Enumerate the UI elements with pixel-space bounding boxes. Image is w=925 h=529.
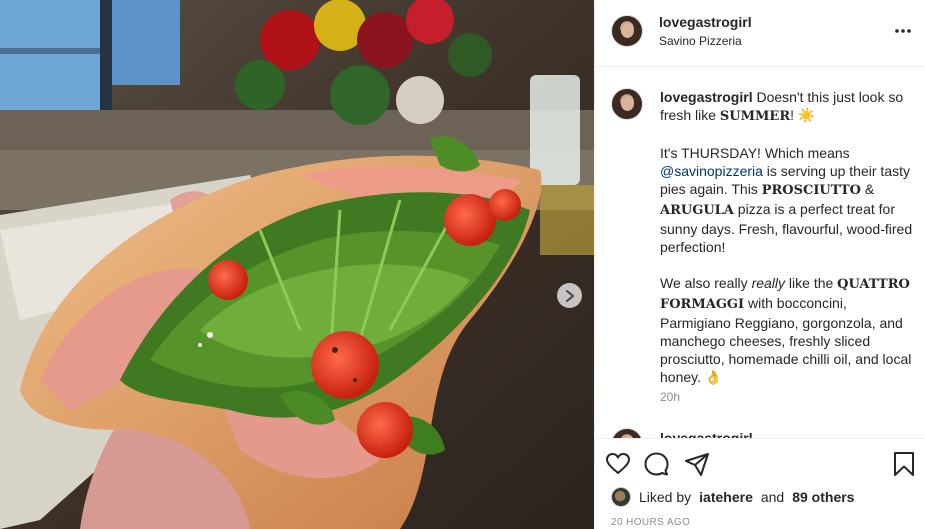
liker-username[interactable]: iatehere [699, 489, 753, 505]
author-username[interactable]: lovegastrogirl [659, 14, 752, 30]
post-photo[interactable] [0, 0, 594, 529]
comment-avatar[interactable] [611, 428, 643, 438]
ok-hand-emoji: 👌 [704, 369, 723, 385]
caption-really: really [751, 275, 786, 291]
post-timestamp[interactable]: 20 HOURS AGO [611, 517, 690, 528]
post-header: lovegastrogirl Savino Pizzeria [595, 0, 925, 67]
caption-summer: SUMMER [719, 109, 791, 124]
author-avatar[interactable] [611, 15, 643, 47]
mention-link[interactable]: @savinopizzeria [660, 163, 763, 179]
save-button[interactable] [891, 451, 917, 477]
liker-avatar[interactable] [611, 487, 631, 507]
post-side-panel: lovegastrogirl Savino Pizzeria lovegastr… [594, 0, 925, 529]
sun-emoji: ☀️ [797, 107, 816, 123]
caption-p3-a: We also really [660, 275, 752, 291]
share-button[interactable] [684, 451, 710, 477]
likes-summary: Liked by iatehere and 89 others [611, 487, 854, 507]
post-location[interactable]: Savino Pizzeria [659, 34, 742, 48]
more-options-icon[interactable] [894, 22, 912, 40]
bookmark-icon [894, 452, 914, 476]
post-actions: Liked by iatehere and 89 others 20 HOURS… [595, 438, 925, 529]
comment-icon [644, 452, 669, 476]
pizza-slice-image [0, 0, 594, 529]
heart-icon [606, 453, 630, 474]
instagram-post: lovegastrogirl Savino Pizzeria lovegastr… [0, 0, 925, 529]
caption-author-username[interactable]: lovegastrogirl [660, 89, 753, 105]
caption-amp: & [860, 181, 875, 197]
caption-arugula: ARUGULA [660, 203, 734, 218]
like-button[interactable] [605, 451, 631, 477]
caption-p2-a: It's THURSDAY! Which means [660, 145, 850, 161]
share-icon [685, 453, 709, 476]
caption-text: lovegastrogirl Doesn't this just look so… [660, 88, 914, 404]
caption-intro-end: ! [790, 107, 798, 123]
caption-time[interactable]: 20h [660, 390, 680, 404]
caption-prosciutto: PROSCIUTTO [761, 183, 861, 198]
chevron-right-icon [565, 289, 574, 302]
likes-and: and [760, 489, 785, 505]
likes-others-link[interactable]: 89 others [792, 489, 854, 505]
comments-section[interactable]: lovegastrogirl Doesn't this just look so… [595, 68, 925, 438]
caption-author-avatar[interactable] [611, 88, 643, 120]
next-photo-button[interactable] [557, 283, 582, 308]
caption-p3-b: like the [785, 275, 838, 291]
comment-author[interactable]: lovegastrogirl [660, 430, 753, 438]
likes-prefix: Liked by [639, 489, 692, 505]
comment-button[interactable] [643, 451, 669, 477]
